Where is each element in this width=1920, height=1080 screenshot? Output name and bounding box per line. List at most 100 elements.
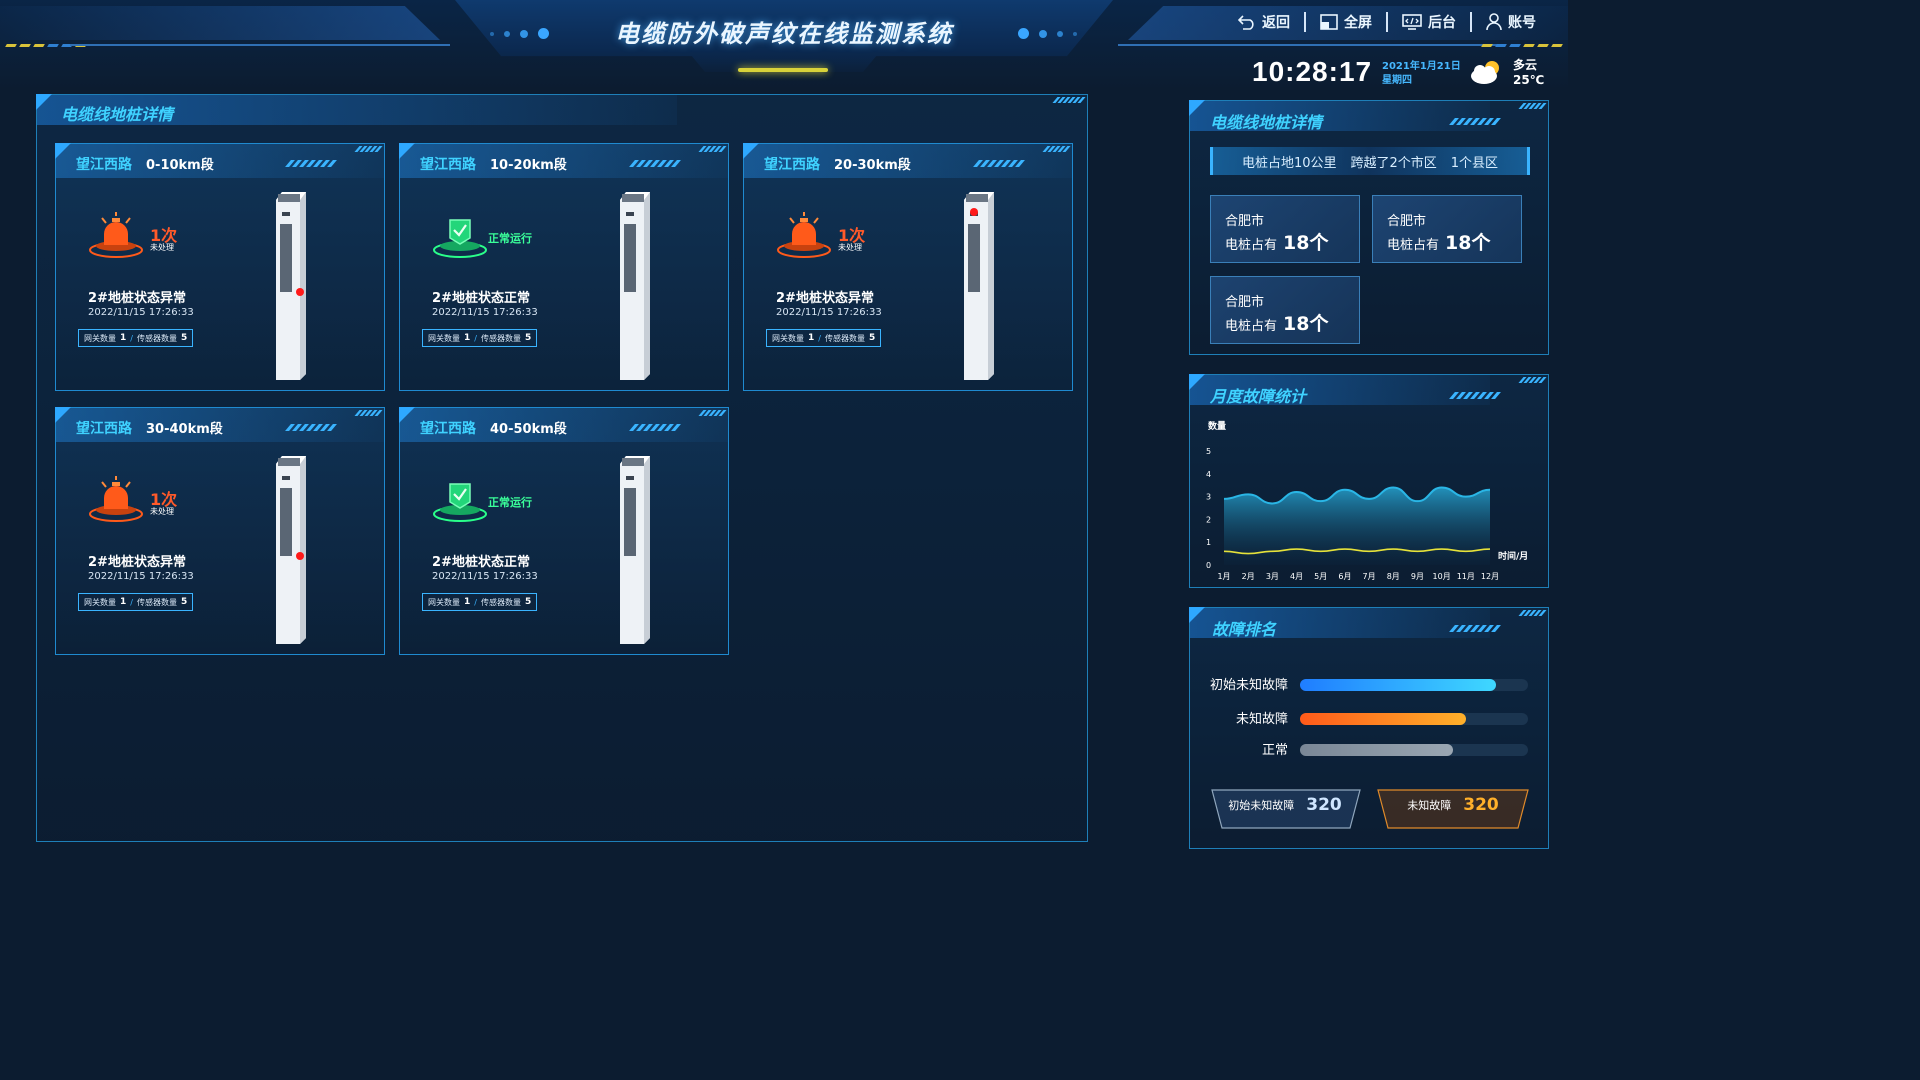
- fullscreen-icon: [1320, 14, 1338, 30]
- date-block: 2021年1月21日 星期四: [1382, 60, 1461, 88]
- segment-card[interactable]: 望江西路 0-10km段 1次 未处理 2#地桩状态异常 2022/11/15 …: [55, 143, 385, 391]
- device-count-tag: 网关数量 1 / 传感器数量 5: [422, 593, 538, 611]
- segment-card[interactable]: 望江西路 10-20km段 正常运行 2#地桩状态正常 2022/11/15 1…: [399, 143, 729, 391]
- panel-title-stripes: [1449, 118, 1501, 125]
- x-tick-label: 3月: [1266, 572, 1279, 581]
- rank-bar-fill: [1300, 744, 1453, 756]
- city-label: 电桩占有: [1387, 238, 1440, 253]
- x-tick-label: 10月: [1433, 572, 1451, 581]
- y-tick-label: 3: [1206, 493, 1211, 502]
- cloudy-icon: [1471, 61, 1499, 84]
- banner-distance: 电桩占地10公里: [1241, 155, 1337, 171]
- y-tick-label: 5: [1206, 447, 1211, 456]
- card-road-name: 望江西路: [76, 157, 132, 173]
- segment-card[interactable]: 望江西路 20-30km段 1次 未处理 2#地桩状态异常 2022/11/15…: [743, 143, 1073, 391]
- sensor-label: 传感器数量: [136, 333, 177, 343]
- gateway-label: 网关数量: [772, 333, 804, 343]
- sensor-count: 5: [868, 333, 876, 343]
- card-corner: [55, 143, 71, 159]
- nav-admin[interactable]: 后台: [1388, 12, 1470, 32]
- ground-pile-image: [276, 192, 306, 380]
- card-title-stripes: [285, 424, 337, 431]
- city-value: 18个: [1283, 313, 1329, 335]
- device-count-tag: 网关数量 1 / 传感器数量 5: [78, 329, 194, 347]
- main-detail-panel: 电缆线地桩详情 望江西路 0-10km段 1次 未处理 2#地桩状态异常 202…: [36, 94, 1088, 842]
- card-corner: [743, 143, 759, 159]
- sensor-count: 5: [524, 597, 532, 607]
- panel-stripes: [1518, 377, 1547, 383]
- gateway-count: 1: [120, 333, 127, 343]
- meta-divider: /: [130, 333, 133, 343]
- rank-bar-track: [1300, 713, 1528, 725]
- status-time: 2022/11/15 17:26:33: [88, 307, 194, 318]
- sensor-label: 传感器数量: [824, 333, 865, 343]
- admin-icon: [1402, 14, 1422, 30]
- nav-back[interactable]: 返回: [1224, 12, 1304, 32]
- clock: 10:28:17: [1252, 56, 1373, 87]
- header-right-line: [1118, 44, 1498, 46]
- nav-account[interactable]: 账号: [1472, 12, 1550, 32]
- city-box[interactable]: 合肥市 电桩占有 18个: [1210, 276, 1360, 344]
- summary-panel-title: 电缆线地桩详情: [1210, 113, 1323, 132]
- alarm-dot: [970, 208, 978, 216]
- fault-rank-title: 故障排名: [1212, 620, 1277, 639]
- alarm-dot: [296, 552, 304, 560]
- summary-panel: 电缆线地桩详情 电桩占地10公里 跨越了2个市区 1个县区 合肥市 电桩占有 1…: [1189, 100, 1549, 355]
- banner-cities: 跨越了2个市区: [1350, 155, 1437, 171]
- card-stripes: [354, 146, 383, 152]
- card-segment: 20-30km段: [834, 158, 911, 173]
- segment-card[interactable]: 望江西路 40-50km段 正常运行 2#地桩状态正常 2022/11/15 1…: [399, 407, 729, 655]
- sensor-count: 5: [524, 333, 532, 343]
- weather-block: 多云 25℃: [1513, 58, 1544, 88]
- status-time: 2022/11/15 17:26:33: [776, 307, 882, 318]
- card-road-name: 望江西路: [420, 421, 476, 437]
- nav-back-label: 返回: [1262, 15, 1290, 31]
- pile-status: 2#地桩状态异常: [88, 291, 186, 306]
- device-count-tag: 网关数量 1 / 传感器数量 5: [766, 329, 882, 347]
- ground-pile-image: [620, 456, 650, 644]
- card-road-name: 望江西路: [76, 421, 132, 437]
- user-icon: [1486, 13, 1502, 31]
- alarm-count-sub: 未处理: [150, 507, 174, 516]
- gateway-count: 1: [464, 597, 471, 607]
- y-axis-label: 数量: [1208, 420, 1226, 432]
- series-area-fill: [1224, 487, 1490, 565]
- city-value: 18个: [1445, 232, 1491, 254]
- y-tick-label: 0: [1206, 561, 1211, 570]
- pile-status: 2#地桩状态正常: [432, 291, 530, 306]
- meta-divider: /: [474, 597, 477, 607]
- card-segment: 10-20km段: [490, 158, 567, 173]
- status-time: 2022/11/15 17:26:33: [432, 307, 538, 318]
- header-left-bar: [0, 6, 440, 40]
- card-title-stripes: [973, 160, 1025, 167]
- header-right-dashes: [1481, 44, 1563, 47]
- gateway-label: 网关数量: [428, 333, 460, 343]
- pile-status: 2#地桩状态异常: [776, 291, 874, 306]
- city-box[interactable]: 合肥市 电桩占有 18个: [1210, 195, 1360, 263]
- pile-status: 2#地桩状态异常: [88, 555, 186, 570]
- sensor-label: 传感器数量: [480, 333, 521, 343]
- card-stripes: [698, 410, 727, 416]
- card-corner: [399, 407, 415, 423]
- pile-status: 2#地桩状态正常: [432, 555, 530, 570]
- card-road-name: 望江西路: [420, 157, 476, 173]
- badge-initial-unknown: 初始未知故障 320: [1212, 788, 1358, 822]
- x-tick-label: 7月: [1363, 572, 1376, 581]
- weekday-text: 星期四: [1382, 75, 1412, 86]
- panel-corner: [1189, 374, 1205, 390]
- badge-label: 初始未知故障: [1228, 799, 1295, 812]
- x-tick-label: 9月: [1411, 572, 1424, 581]
- y-tick-label: 2: [1206, 515, 1211, 524]
- segment-card[interactable]: 望江西路 30-40km段 1次 未处理 2#地桩状态异常 2022/11/15…: [55, 407, 385, 655]
- x-tick-label: 8月: [1387, 572, 1400, 581]
- temperature-text: 25℃: [1513, 73, 1545, 87]
- fault-chart-title: 月度故障统计: [1210, 387, 1307, 406]
- card-corner: [399, 143, 415, 159]
- panel-title-stripes: [1449, 625, 1501, 632]
- x-tick-label: 5月: [1314, 572, 1327, 581]
- card-segment: 30-40km段: [146, 422, 223, 437]
- card-segment: 40-50km段: [490, 422, 567, 437]
- city-box[interactable]: 合肥市 电桩占有 18个: [1372, 195, 1522, 263]
- card-title-stripes: [285, 160, 337, 167]
- nav-fullscreen[interactable]: 全屏: [1306, 12, 1386, 32]
